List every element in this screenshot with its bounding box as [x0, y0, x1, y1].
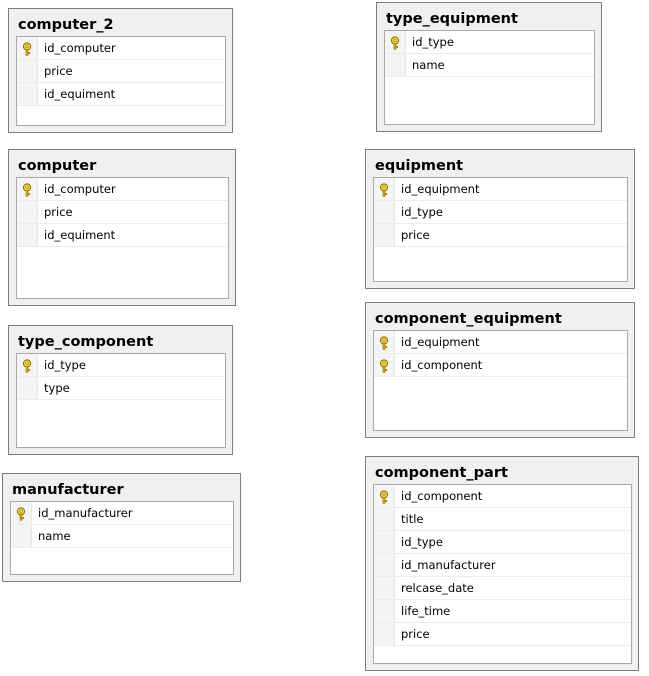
column-row[interactable]: relcase_date [374, 577, 631, 600]
column-row[interactable]: id_type [385, 31, 594, 54]
column-row[interactable]: id_computer [17, 37, 225, 60]
column-name: id_type [412, 35, 454, 49]
table-title: equipment [375, 158, 464, 174]
primary-key-icon [21, 41, 33, 56]
column-row[interactable]: id_type [374, 201, 627, 224]
table-computer[interactable]: computer id_computerprice id_equiment [8, 149, 236, 306]
table-title: computer [18, 158, 97, 174]
table-title: component_part [375, 465, 508, 481]
column-row[interactable]: id_type [17, 354, 225, 377]
row-selector[interactable] [17, 83, 38, 105]
column-list: id_manufacturername [10, 501, 234, 575]
column-name: id_equipment [401, 335, 480, 349]
row-selector[interactable] [385, 54, 406, 76]
column-row[interactable]: price [374, 623, 631, 646]
column-list: id_componenttitle id_type id_manufacturerr… [373, 484, 632, 664]
primary-key-icon [378, 358, 390, 373]
table-title: type_component [18, 334, 154, 350]
row-selector[interactable] [374, 623, 395, 645]
column-list: id_computerprice id_equiment [16, 177, 229, 299]
column-name: id_equipment [401, 182, 480, 196]
column-list: id_typename [384, 30, 595, 125]
column-row[interactable]: id_equipment [374, 331, 627, 354]
column-row[interactable]: life_time [374, 600, 631, 623]
column-row[interactable]: id_equiment [17, 224, 228, 247]
row-selector[interactable] [374, 554, 395, 576]
column-row[interactable]: name [385, 54, 594, 77]
column-name: price [401, 627, 430, 641]
column-row[interactable]: type [17, 377, 225, 400]
primary-key-icon [378, 182, 390, 197]
row-selector[interactable] [374, 224, 395, 246]
table-type-equipment[interactable]: type_equipment id_typename [376, 2, 602, 132]
column-row[interactable]: price [17, 60, 225, 83]
table-component-part[interactable]: component_part id_component title id_type id… [365, 456, 639, 671]
column-row[interactable]: id_manufacturer [11, 502, 233, 525]
column-row[interactable]: id_equipment [374, 178, 627, 201]
row-selector[interactable] [17, 60, 38, 82]
column-list: id_typetype [16, 353, 226, 448]
column-row[interactable]: price [374, 224, 627, 247]
column-name: name [412, 58, 445, 72]
primary-key-icon [21, 358, 33, 373]
primary-key-icon [15, 506, 27, 521]
column-name: relcase_date [401, 581, 474, 595]
table-title: type_equipment [386, 11, 518, 27]
column-name: id_manufacturer [38, 506, 133, 520]
column-list: id_computerprice id_equiment [16, 36, 226, 126]
primary-key-icon [378, 335, 390, 350]
column-list: id_equipment id_typeprice [373, 177, 628, 282]
row-selector[interactable] [17, 201, 38, 223]
column-row[interactable]: price [17, 201, 228, 224]
column-row[interactable]: id_manufacturer [374, 554, 631, 577]
table-equipment[interactable]: equipment id_equipment id_typeprice [365, 149, 635, 289]
row-selector[interactable] [374, 531, 395, 553]
table-component-equipment[interactable]: component_equipment id_equipment id_compon… [365, 302, 635, 438]
column-row[interactable]: id_component [374, 354, 627, 377]
column-name: type [44, 381, 70, 395]
column-name: name [38, 529, 71, 543]
table-computer-2[interactable]: computer_2 id_computerprice id_equiment [8, 8, 233, 133]
primary-key-icon [378, 489, 390, 504]
row-selector[interactable] [374, 508, 395, 530]
column-name: title [401, 512, 424, 526]
table-title: manufacturer [12, 482, 124, 498]
column-name: id_type [44, 358, 86, 372]
column-name: id_component [401, 358, 483, 372]
column-name: price [44, 205, 73, 219]
table-type-component[interactable]: type_component id_typetype [8, 325, 233, 455]
row-selector[interactable] [11, 525, 32, 547]
column-name: id_manufacturer [401, 558, 496, 572]
column-name: id_computer [44, 41, 116, 55]
row-selector[interactable] [374, 577, 395, 599]
column-row[interactable]: id_equiment [17, 83, 225, 106]
column-name: id_type [401, 205, 443, 219]
primary-key-icon [21, 182, 33, 197]
table-title: component_equipment [375, 311, 562, 327]
column-name: id_computer [44, 182, 116, 196]
column-name: id_type [401, 535, 443, 549]
table-manufacturer[interactable]: manufacturer id_manufacturername [2, 473, 241, 582]
column-row[interactable]: id_type [374, 531, 631, 554]
primary-key-icon [389, 35, 401, 50]
column-name: id_equiment [44, 87, 116, 101]
column-row[interactable]: name [11, 525, 233, 548]
row-selector[interactable] [17, 224, 38, 246]
column-name: id_component [401, 489, 483, 503]
column-name: id_equiment [44, 228, 116, 242]
column-row[interactable]: title [374, 508, 631, 531]
column-row[interactable]: id_component [374, 485, 631, 508]
table-title: computer_2 [18, 17, 114, 33]
column-row[interactable]: id_computer [17, 178, 228, 201]
row-selector[interactable] [374, 600, 395, 622]
column-name: life_time [401, 604, 451, 618]
row-selector[interactable] [374, 201, 395, 223]
row-selector[interactable] [17, 377, 38, 399]
column-list: id_equipment id_component [373, 330, 628, 431]
column-name: price [401, 228, 430, 242]
column-name: price [44, 64, 73, 78]
